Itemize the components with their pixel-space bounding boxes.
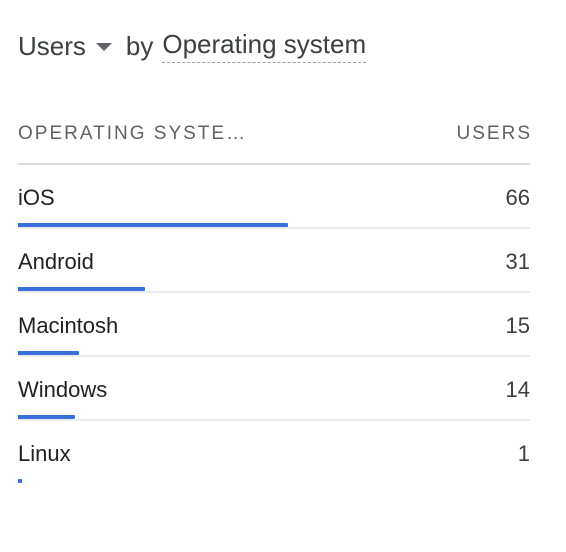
row-bar <box>18 287 145 291</box>
table-row[interactable]: iOS 66 <box>18 165 530 229</box>
row-label: Android <box>18 249 94 274</box>
table-row[interactable]: Android 31 <box>18 229 530 293</box>
row-value: 14 <box>505 377 530 402</box>
table-row[interactable]: Macintosh 15 <box>18 293 530 357</box>
row-value: 15 <box>505 313 530 338</box>
metric-label: Users <box>18 30 86 61</box>
row-bar <box>18 351 79 355</box>
row-bar <box>18 223 288 227</box>
table-header: OPERATING SYSTE… USERS <box>18 120 530 148</box>
row-value: 31 <box>505 249 530 274</box>
row-value: 66 <box>505 185 530 210</box>
table-row[interactable]: Windows 14 <box>18 357 530 421</box>
metric-dropdown[interactable]: Users <box>18 31 126 62</box>
column-header-operating-system[interactable]: OPERATING SYSTE… <box>18 123 247 145</box>
row-bar <box>18 479 22 483</box>
row-label: iOS <box>18 185 55 210</box>
row-value: 1 <box>517 441 530 466</box>
table-row[interactable]: Linux 1 <box>18 421 530 483</box>
card-header: Users by Operating system <box>18 28 367 64</box>
users-by-os-card: Users by Operating system OPERATING SYST… <box>18 0 530 552</box>
dimension-selector[interactable]: Operating system <box>162 29 367 63</box>
table-body: iOS 66 Android 31 Macintosh 15 Windows 1… <box>18 165 530 483</box>
row-label: Windows <box>18 377 108 402</box>
row-label: Macintosh <box>18 313 119 338</box>
column-header-users[interactable]: USERS <box>457 123 532 145</box>
by-label: by <box>125 30 154 61</box>
caret-down-icon[interactable] <box>95 43 112 51</box>
row-label: Linux <box>18 441 71 466</box>
row-bar <box>18 415 75 419</box>
